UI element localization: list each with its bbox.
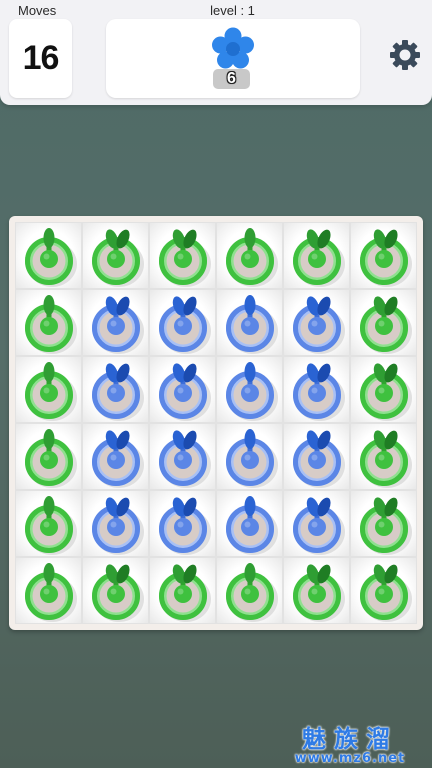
- blue-sprout-piece: [226, 362, 278, 421]
- moves-value: 16: [22, 39, 60, 77]
- top-bar: Moves 16 level : 1 6: [0, 0, 432, 105]
- board-cell[interactable]: [149, 356, 216, 423]
- green-sprout-piece: [360, 296, 412, 354]
- board-cell[interactable]: [216, 557, 283, 624]
- green-sprout-piece: [293, 229, 345, 287]
- blue-sprout-piece: [92, 363, 144, 421]
- green-sprout-piece: [226, 563, 278, 622]
- board-cell[interactable]: [82, 356, 149, 423]
- moves-counter: 16: [9, 19, 72, 98]
- green-sprout-piece: [25, 563, 77, 622]
- board-cell[interactable]: [283, 557, 350, 624]
- blue-sprout-piece: [226, 496, 278, 555]
- board-cell[interactable]: [216, 490, 283, 557]
- board-cell[interactable]: [82, 423, 149, 490]
- board-cell[interactable]: [149, 222, 216, 289]
- green-sprout-piece: [360, 430, 412, 488]
- green-sprout-piece: [360, 564, 412, 622]
- blue-sprout-piece: [159, 296, 211, 354]
- green-sprout-piece: [92, 229, 144, 287]
- watermark: 魅族溜 www.mz6.net: [270, 726, 430, 766]
- green-sprout-piece: [293, 564, 345, 622]
- green-sprout-piece: [360, 229, 412, 287]
- board-cell[interactable]: [149, 289, 216, 356]
- blue-sprout-piece: [159, 497, 211, 555]
- board-cell[interactable]: [149, 490, 216, 557]
- board-cell[interactable]: [350, 557, 417, 624]
- green-sprout-piece: [25, 362, 77, 421]
- board-cell[interactable]: [82, 222, 149, 289]
- blue-sprout-piece: [293, 363, 345, 421]
- board-cell[interactable]: [283, 222, 350, 289]
- board-cell[interactable]: [149, 423, 216, 490]
- board-cell[interactable]: [283, 289, 350, 356]
- level-label: level : 1: [210, 3, 255, 18]
- blue-sprout-piece: [92, 430, 144, 488]
- board-cell[interactable]: [82, 289, 149, 356]
- green-sprout-piece: [159, 564, 211, 622]
- blue-sprout-piece: [226, 295, 278, 354]
- green-sprout-piece: [360, 497, 412, 555]
- board-cell[interactable]: [15, 222, 82, 289]
- blue-sprout-piece: [293, 497, 345, 555]
- board-cell[interactable]: [216, 356, 283, 423]
- board-cell[interactable]: [216, 423, 283, 490]
- blue-sprout-piece: [92, 296, 144, 354]
- board-grid: [15, 222, 417, 624]
- green-sprout-piece: [360, 363, 412, 421]
- board-cell[interactable]: [82, 490, 149, 557]
- board-cell[interactable]: [15, 289, 82, 356]
- green-sprout-piece: [25, 295, 77, 354]
- board-cell[interactable]: [350, 356, 417, 423]
- board-cell[interactable]: [350, 423, 417, 490]
- board-cell[interactable]: [216, 222, 283, 289]
- watermark-url: www.mz6.net: [294, 751, 406, 766]
- green-sprout-piece: [226, 228, 278, 287]
- goal-panel: 6: [106, 19, 360, 98]
- board-cell[interactable]: [149, 557, 216, 624]
- board-cell[interactable]: [350, 490, 417, 557]
- green-sprout-piece: [92, 564, 144, 622]
- board-cell[interactable]: [15, 490, 82, 557]
- board-cell[interactable]: [15, 557, 82, 624]
- board-cell[interactable]: [15, 423, 82, 490]
- board-cell[interactable]: [216, 289, 283, 356]
- board-cell[interactable]: [15, 356, 82, 423]
- board-cell[interactable]: [283, 356, 350, 423]
- green-sprout-piece: [159, 229, 211, 287]
- blue-sprout-piece: [159, 363, 211, 421]
- blue-sprout-piece: [159, 430, 211, 488]
- board-cell[interactable]: [350, 222, 417, 289]
- watermark-text: 魅族溜: [302, 725, 398, 753]
- green-sprout-piece: [25, 228, 77, 287]
- blue-flower-icon: [212, 27, 254, 69]
- board-cell[interactable]: [283, 490, 350, 557]
- blue-sprout-piece: [293, 296, 345, 354]
- blue-sprout-piece: [293, 430, 345, 488]
- game-board: [9, 216, 423, 630]
- blue-sprout-piece: [226, 429, 278, 488]
- blue-sprout-piece: [92, 497, 144, 555]
- board-cell[interactable]: [283, 423, 350, 490]
- board-cell[interactable]: [82, 557, 149, 624]
- gear-icon[interactable]: [388, 38, 422, 72]
- green-sprout-piece: [25, 496, 77, 555]
- goal-count: 6: [213, 69, 250, 89]
- board-cell[interactable]: [350, 289, 417, 356]
- green-sprout-piece: [25, 429, 77, 488]
